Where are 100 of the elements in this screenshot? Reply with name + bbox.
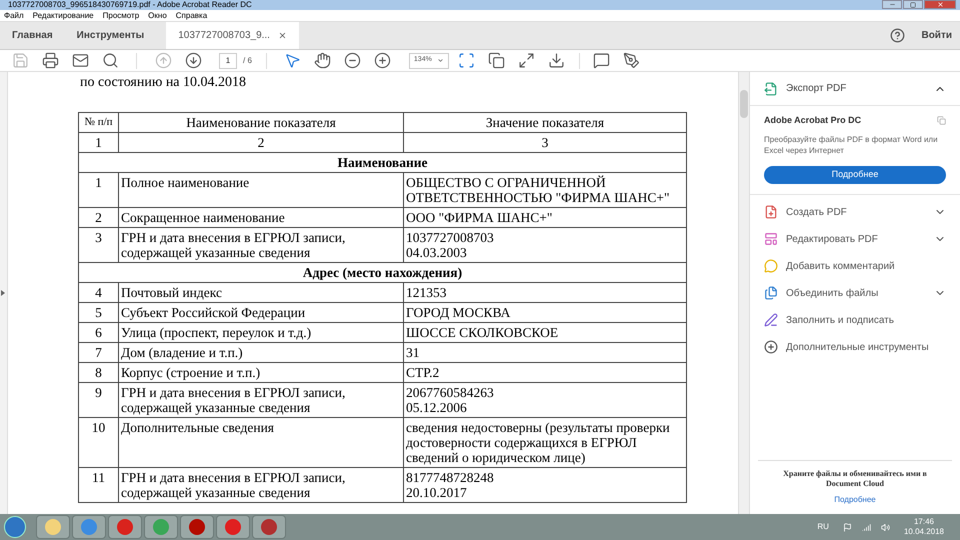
taskbar-app-button[interactable] bbox=[180, 515, 214, 539]
tool-item[interactable]: Редактировать PDF bbox=[750, 226, 960, 252]
table-cell: 31 bbox=[404, 342, 686, 362]
taskbar-app-button[interactable] bbox=[36, 515, 70, 539]
menu-item[interactable]: Просмотр bbox=[102, 10, 140, 22]
plus-circle-icon bbox=[764, 340, 778, 354]
tab[interactable]: 1037727008703_9... bbox=[166, 22, 299, 49]
table-cell: 7 bbox=[78, 342, 118, 362]
table-cell: 3 bbox=[404, 132, 686, 152]
table-cell: сведения недостоверны (результаты проверки достоверности содержащихся в ЕГРЮЛ сведений о юридическом лице) bbox=[404, 418, 686, 468]
tool-item[interactable]: Дополнительные инструменты bbox=[750, 334, 960, 360]
promo-title: Adobe Acrobat Pro DC bbox=[764, 114, 862, 127]
menu-item[interactable]: Файл bbox=[4, 10, 24, 22]
network-icon[interactable] bbox=[862, 522, 871, 532]
file-export-icon bbox=[764, 82, 778, 96]
pointer-icon bbox=[284, 52, 302, 69]
start-button[interactable] bbox=[4, 516, 26, 538]
table-cell: 1 bbox=[78, 172, 118, 208]
maximize-icon bbox=[910, 2, 916, 8]
frame-icon bbox=[458, 52, 476, 69]
table-cell: 8177748728248 20.10.2017 bbox=[404, 468, 686, 502]
maximize-button[interactable] bbox=[903, 0, 923, 9]
learn-more-link[interactable]: Подробнее bbox=[834, 494, 876, 506]
table-cell: Улица (проспект, переулок и т.д.) bbox=[118, 322, 404, 342]
tool-item[interactable]: Создать PDF bbox=[750, 198, 960, 226]
table-cell: 2 bbox=[78, 208, 118, 228]
table-cell: 1 bbox=[78, 132, 118, 152]
pen-icon bbox=[764, 313, 778, 327]
minimize-icon bbox=[888, 1, 896, 8]
table-cell: 3 bbox=[78, 228, 118, 262]
export-pdf-label[interactable]: Экспорт PDF bbox=[786, 81, 926, 96]
table-cell: 2 bbox=[118, 132, 404, 152]
promo-text: Преобразуйте файлы PDF в формат Word или Excel через Интернет bbox=[764, 134, 939, 156]
table-cell: Дом (владение и т.п.) bbox=[118, 342, 404, 362]
sign-in-link[interactable]: Войти bbox=[921, 28, 952, 43]
table-cell: Сокращенное наименование bbox=[118, 208, 404, 228]
table-cell: 9 bbox=[78, 382, 118, 418]
search-icon bbox=[102, 52, 118, 69]
cloud-text: Храните файлы и обменивайтесь ими в Document Cloud bbox=[782, 469, 928, 489]
table-cell: 11 bbox=[78, 468, 118, 502]
table-cell: СТР.2 bbox=[404, 362, 686, 382]
table-cell: ГРН и дата внесения в ЕГРЮЛ записи, содержащей указанные сведения bbox=[118, 228, 404, 262]
tool-item[interactable]: Объединить файлы bbox=[750, 280, 960, 306]
printer-icon bbox=[42, 52, 58, 69]
layout-icon bbox=[764, 232, 778, 246]
table-cell: 4 bbox=[78, 282, 118, 302]
download-icon bbox=[548, 52, 566, 69]
envelope-icon bbox=[72, 52, 88, 69]
hand-icon bbox=[314, 52, 332, 69]
section-header: Наименование bbox=[78, 152, 686, 172]
column-header: Наименование показателя bbox=[118, 112, 404, 132]
page-count: / 6 bbox=[243, 54, 252, 66]
table-cell: ООО "ФИРМА ШАНС+" bbox=[404, 208, 686, 228]
help-icon[interactable] bbox=[890, 28, 906, 43]
tab[interactable]: Инструменты bbox=[64, 22, 156, 49]
table-cell: Субъект Российской Федерации bbox=[118, 302, 404, 322]
arrow-up-circle-icon bbox=[154, 52, 172, 69]
copy-icon bbox=[937, 116, 946, 126]
section-header: Адрес (место нахождения) bbox=[78, 262, 686, 282]
table-cell: 8 bbox=[78, 362, 118, 382]
table-cell: ШОССЕ СКОЛКОВСКОЕ bbox=[404, 322, 686, 342]
speech-bubble-icon bbox=[593, 52, 610, 69]
speech-bubble-icon bbox=[764, 259, 778, 273]
page-number-field[interactable]: 1 bbox=[219, 52, 237, 68]
table-cell: 10 bbox=[78, 418, 118, 468]
flag-icon[interactable] bbox=[842, 522, 852, 532]
tab[interactable]: Главная bbox=[0, 22, 65, 49]
tool-item[interactable]: Добавить комментарий bbox=[750, 252, 960, 280]
table-cell: 121353 bbox=[404, 282, 686, 302]
caret-icon bbox=[436, 57, 444, 64]
files-icon bbox=[764, 286, 778, 300]
table-cell: 5 bbox=[78, 302, 118, 322]
tool-item[interactable]: Заполнить и подписать bbox=[750, 306, 960, 334]
close-icon bbox=[936, 1, 944, 8]
table-cell: ГОРОД МОСКВА bbox=[404, 302, 686, 322]
minus-circle-icon bbox=[344, 52, 362, 69]
table-cell: Корпус (строение и т.п.) bbox=[118, 362, 404, 382]
table-cell: Почтовый индекс bbox=[118, 282, 404, 302]
learn-more-button[interactable]: Подробнее bbox=[764, 166, 946, 184]
menu-item[interactable]: Окно bbox=[148, 10, 167, 22]
table-cell: 6 bbox=[78, 322, 118, 342]
close-icon[interactable] bbox=[278, 31, 287, 40]
taskbar-app-button[interactable] bbox=[252, 515, 286, 539]
file-plus-icon bbox=[764, 205, 778, 219]
window-title: 1037727008703_996518430769719.pdf - Adobe Acrobat Reader DC bbox=[7, 0, 252, 10]
table-cell: 2067760584263 05.12.2006 bbox=[404, 382, 686, 418]
pen-icon bbox=[623, 52, 640, 69]
table-cell: ГРН и дата внесения в ЕГРЮЛ записи, содержащей указанные сведения bbox=[118, 468, 404, 502]
menu-item[interactable]: Редактирование bbox=[32, 10, 94, 22]
volume-icon[interactable] bbox=[880, 522, 890, 532]
expand-icon bbox=[518, 52, 536, 69]
pages-icon bbox=[488, 52, 506, 69]
menu-item[interactable]: Справка bbox=[176, 10, 208, 22]
plus-circle-icon bbox=[374, 52, 392, 69]
column-header: Значение показателя bbox=[404, 112, 686, 132]
table-cell: Дополнительные сведения bbox=[118, 418, 404, 468]
column-header: № п/п bbox=[78, 112, 118, 132]
table-cell: ОБЩЕСТВО С ОГРАНИЧЕННОЙ ОТВЕТСТВЕННОСТЬЮ "ФИРМА ШАНС+" bbox=[404, 172, 686, 208]
document-subtitle: по состоянию на 10.04.2018 bbox=[80, 74, 248, 92]
table-cell: ГРН и дата внесения в ЕГРЮЛ записи, содержащей указанные сведения bbox=[118, 382, 404, 418]
